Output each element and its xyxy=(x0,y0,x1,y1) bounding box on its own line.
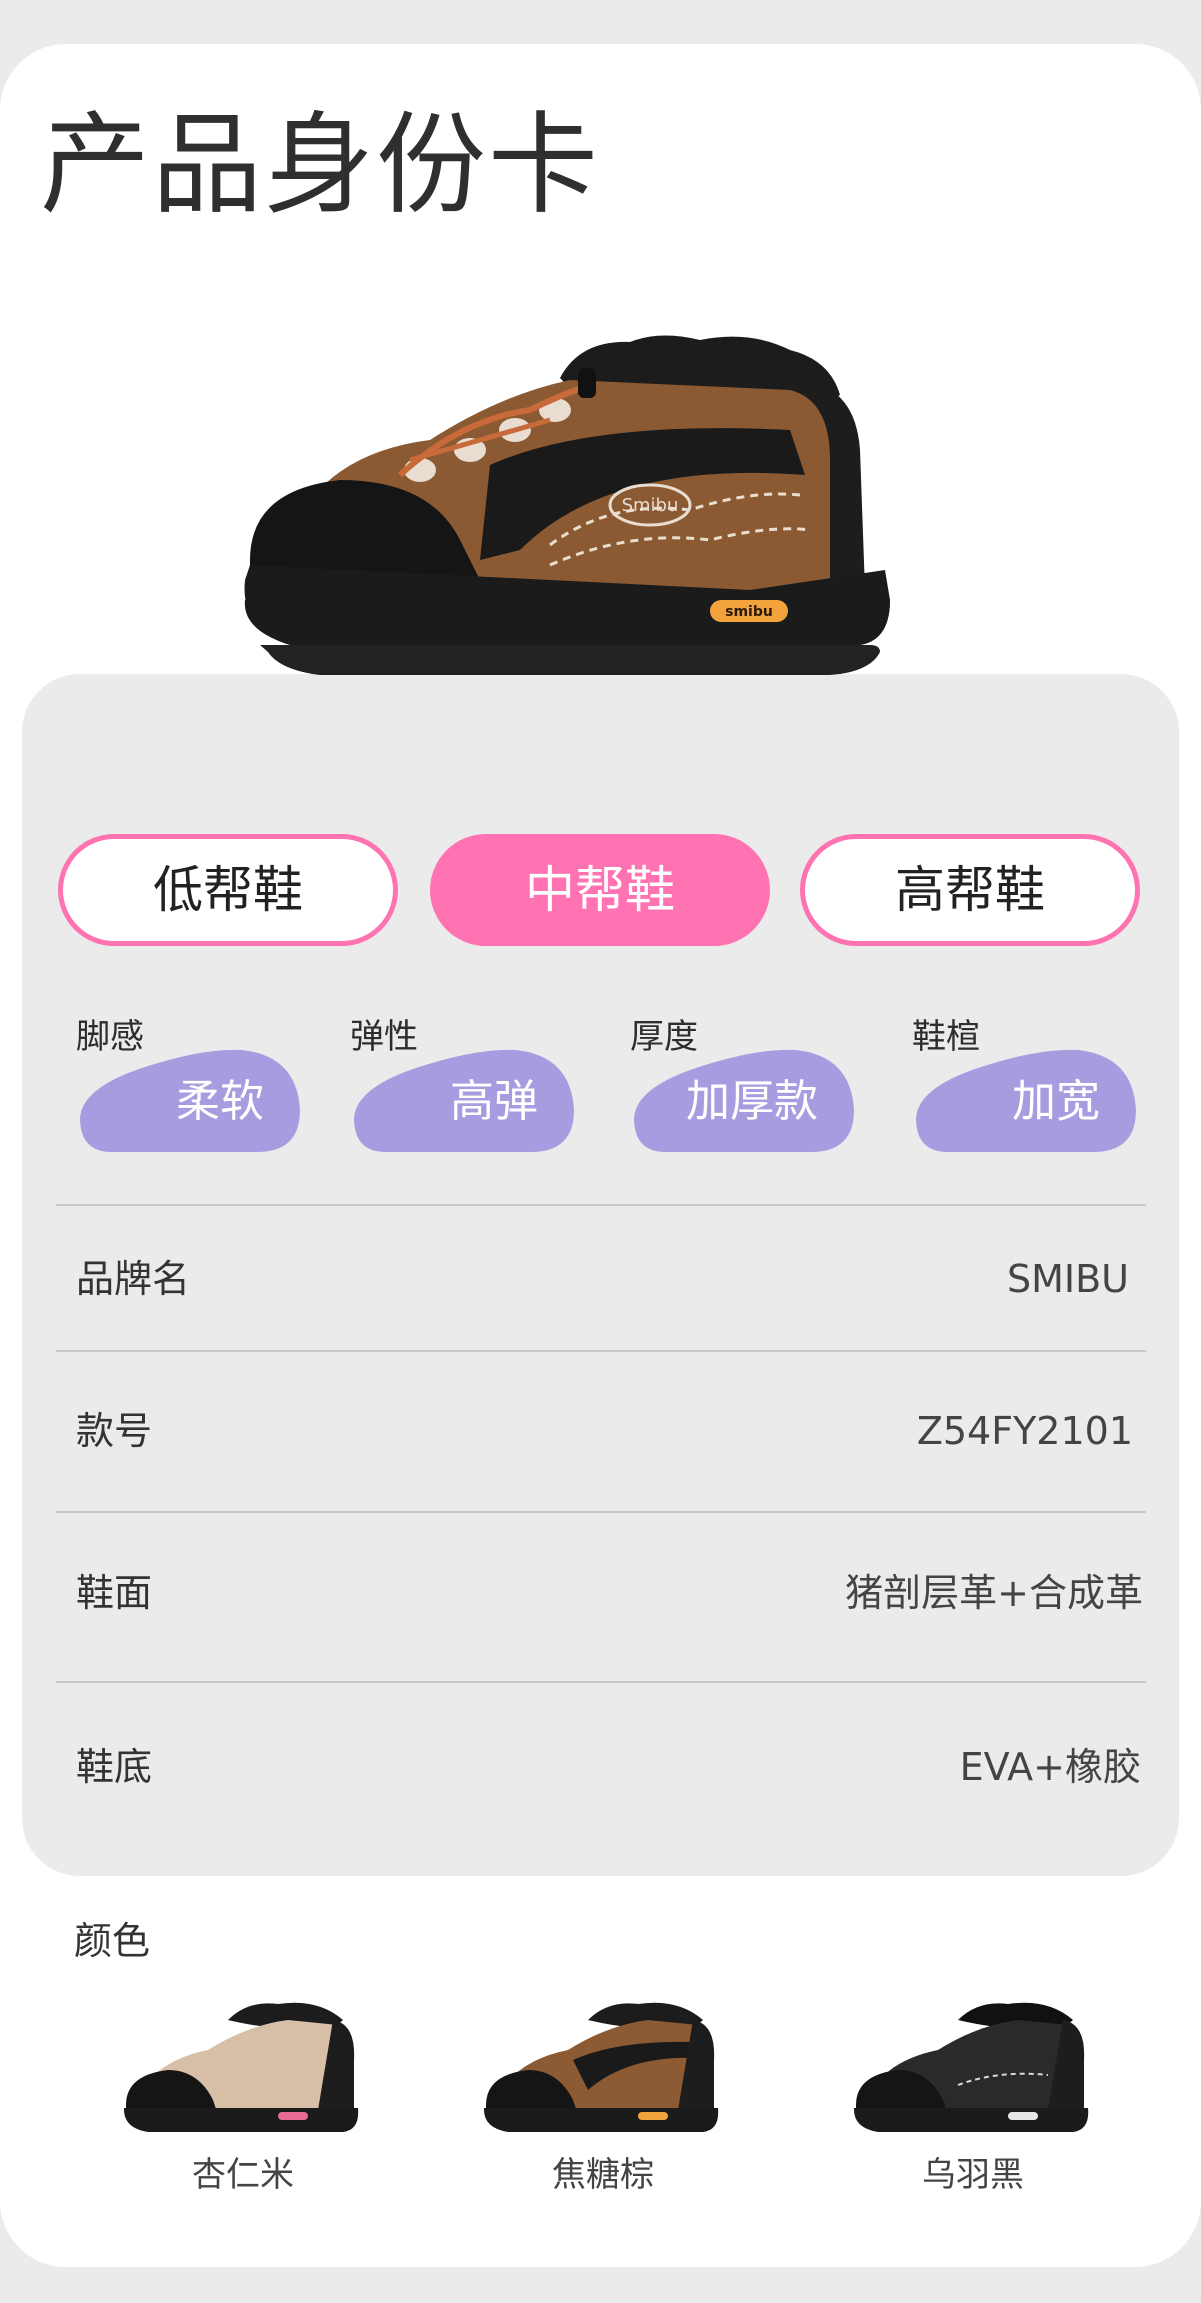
attr-badge-last: 加宽 xyxy=(908,1048,1138,1154)
color-swatch-almond[interactable] xyxy=(118,1990,368,2140)
color-label-almond[interactable]: 杏仁米 xyxy=(118,2152,368,2198)
divider xyxy=(56,1511,1146,1513)
color-swatch-black[interactable] xyxy=(848,1990,1098,2140)
color-section-title: 颜色 xyxy=(74,1919,151,1963)
spec-value-upper: 猪剖层革+合成革 xyxy=(845,1571,1143,1615)
attr-value-elasticity: 高弹 xyxy=(450,1076,538,1127)
color-label-black[interactable]: 乌羽黑 xyxy=(848,2152,1098,2198)
svg-text:smibu: smibu xyxy=(725,604,773,620)
attr-badge-thickness: 加厚款 xyxy=(626,1048,856,1154)
svg-text:Smibu: Smibu xyxy=(622,495,679,516)
attr-value-thickness: 加厚款 xyxy=(686,1076,818,1127)
page-title: 产品身份卡 xyxy=(40,101,600,229)
spec-label-style-no: 款号 xyxy=(76,1409,153,1453)
attr-badge-elasticity: 高弹 xyxy=(346,1048,576,1154)
color-label-caramel[interactable]: 焦糖棕 xyxy=(478,2152,728,2198)
divider xyxy=(56,1204,1146,1206)
spec-value-style-no: Z54FY2101 xyxy=(916,1409,1133,1453)
spec-label-brand: 品牌名 xyxy=(76,1257,191,1301)
divider xyxy=(56,1681,1146,1683)
divider xyxy=(56,1350,1146,1352)
spec-value-brand: SMIBU xyxy=(1007,1257,1129,1301)
option-low-top[interactable]: 低帮鞋 xyxy=(58,834,398,946)
attr-badge-feel: 柔软 xyxy=(72,1048,302,1154)
option-mid-top[interactable]: 中帮鞋 xyxy=(430,834,770,946)
spec-label-upper: 鞋面 xyxy=(76,1571,153,1615)
attr-value-last: 加宽 xyxy=(1012,1076,1100,1127)
spec-label-sole: 鞋底 xyxy=(76,1745,153,1789)
option-high-top[interactable]: 高帮鞋 xyxy=(800,834,1140,946)
attr-value-feel: 柔软 xyxy=(176,1076,264,1127)
spec-value-sole: EVA+橡胶 xyxy=(959,1745,1141,1789)
hero-shoe-image: Smibu smibu xyxy=(244,335,905,713)
color-swatch-caramel[interactable] xyxy=(478,1990,728,2140)
